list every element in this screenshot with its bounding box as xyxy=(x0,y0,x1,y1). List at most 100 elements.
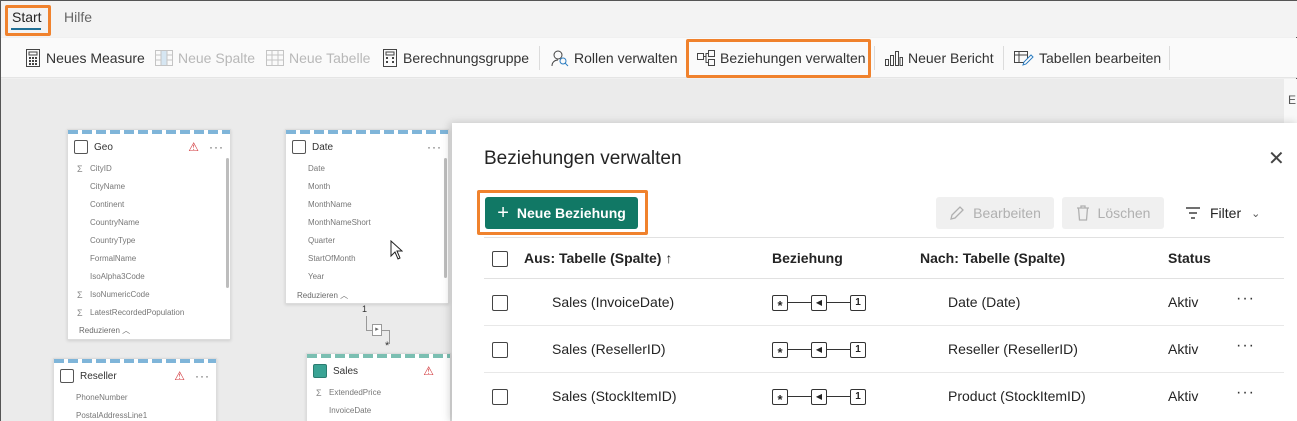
table-card-sales[interactable]: Sales ⚠ Σ ExtendedPrice InvoiceDate xyxy=(306,353,451,421)
more-options-icon[interactable]: ··· xyxy=(195,369,210,383)
field-item[interactable]: Year xyxy=(286,268,448,286)
field-label: MonthNameShort xyxy=(308,218,371,227)
cardinality-many-to-one-icon: * ◀ 1 xyxy=(772,389,870,407)
more-options-icon[interactable]: ··· xyxy=(1236,337,1255,355)
new-table-button[interactable]: Neue Tabelle xyxy=(266,46,370,70)
field-item[interactable]: Σ ExtendedPrice xyxy=(307,384,450,402)
field-item[interactable]: PhoneNumber xyxy=(54,389,216,407)
table-row[interactable]: Sales (StockItemID) * ◀ 1 Product (Stock… xyxy=(484,373,1284,420)
more-options-icon[interactable]: ··· xyxy=(1236,290,1255,308)
ribbon-divider xyxy=(539,46,540,70)
field-item[interactable]: Month xyxy=(286,178,448,196)
new-column-button[interactable]: Neue Spalte xyxy=(155,46,255,70)
table-card-reseller[interactable]: Reseller ⚠ ··· PhoneNumber PostalAddress… xyxy=(53,358,217,421)
new-measure-label: Neues Measure xyxy=(46,50,145,66)
table-icon xyxy=(266,50,284,66)
chevron-down-icon: ⌄ xyxy=(1251,207,1261,220)
field-item[interactable]: PostalAddressLine1 xyxy=(54,407,216,421)
filter-direction-icon: ▸ xyxy=(372,324,382,336)
more-options-icon[interactable]: ··· xyxy=(209,140,224,154)
relationship-line[interactable]: 1 ▸ * xyxy=(358,304,391,354)
field-item[interactable]: Σ LatestRecordedPopulation xyxy=(68,304,230,322)
highlight-new-relationship xyxy=(477,190,648,235)
collapse-link[interactable]: Reduzieren ︿ xyxy=(297,290,348,301)
new-report-label: Neuer Bericht xyxy=(908,50,994,66)
field-list: Date Month MonthName MonthNameShort Quar… xyxy=(286,160,448,286)
delete-button[interactable]: Löschen xyxy=(1062,197,1164,229)
field-item[interactable]: Σ CityID xyxy=(68,160,230,178)
column-header-relationship[interactable]: Beziehung xyxy=(772,250,843,266)
close-icon[interactable]: ✕ xyxy=(1268,149,1285,169)
tab-hilfe[interactable]: Hilfe xyxy=(64,9,92,25)
calculation-group-label: Berechnungsgruppe xyxy=(403,50,530,66)
menu-bar: Start Hilfe xyxy=(1,1,1297,37)
field-list: Σ ExtendedPrice InvoiceDate xyxy=(307,384,450,420)
field-item[interactable]: CountryName xyxy=(68,214,230,232)
row-checkbox[interactable] xyxy=(492,342,508,358)
table-icon xyxy=(74,140,88,154)
card-title: Geo xyxy=(94,141,113,153)
ribbon-divider xyxy=(1003,46,1004,70)
field-label: LatestRecordedPopulation xyxy=(90,308,185,317)
field-item[interactable]: InvoiceDate xyxy=(307,402,450,420)
edit-button[interactable]: Bearbeiten xyxy=(936,197,1054,229)
manage-roles-label: Rollen verwalten xyxy=(574,50,678,66)
edit-label: Bearbeiten xyxy=(973,205,1041,221)
sort-ascending-icon: ↑ xyxy=(665,250,673,266)
field-item[interactable]: MonthNameShort xyxy=(286,214,448,232)
card-header: Date ··· xyxy=(292,138,442,156)
filter-button[interactable]: Filter ⌄ xyxy=(1186,205,1260,221)
column-header-to[interactable]: Nach: Tabelle (Spalte) xyxy=(920,250,1065,266)
card-stripe xyxy=(68,130,230,134)
table-row[interactable]: Sales (ResellerID) * ◀ 1 Reseller (Resel… xyxy=(484,326,1284,373)
field-label: CountryName xyxy=(90,218,140,227)
table-row[interactable]: Sales (InvoiceDate) * ◀ 1 Date (Date) Ak… xyxy=(484,279,1284,326)
column-header-status[interactable]: Status xyxy=(1168,250,1211,266)
field-list: PhoneNumber PostalAddressLine1 xyxy=(54,389,216,421)
row-checkbox[interactable] xyxy=(492,389,508,405)
column-header-from[interactable]: Aus: Tabelle (Spalte) ↑ xyxy=(524,250,672,266)
field-label: Date xyxy=(308,164,325,173)
to-cell: Date (Date) xyxy=(948,294,1021,310)
field-item[interactable]: FormalName xyxy=(68,250,230,268)
field-label: Month xyxy=(308,182,331,191)
field-item[interactable]: Continent xyxy=(68,196,230,214)
sum-icon: Σ xyxy=(77,308,83,318)
card-scrollbar[interactable] xyxy=(226,158,229,288)
calculation-group-button[interactable]: Berechnungsgruppe xyxy=(382,46,529,70)
field-item[interactable]: StartOfMonth xyxy=(286,250,448,268)
field-item[interactable]: Quarter xyxy=(286,232,448,250)
right-pane-edge[interactable]: E xyxy=(1284,79,1297,123)
row-checkbox[interactable] xyxy=(492,295,508,311)
select-all-checkbox[interactable] xyxy=(492,251,508,267)
field-label: CountryType xyxy=(90,236,136,245)
card-stripe xyxy=(54,359,216,363)
status-cell: Aktiv xyxy=(1168,341,1199,357)
new-report-button[interactable]: Neuer Bericht xyxy=(885,46,994,70)
bar-chart-icon xyxy=(885,51,903,66)
collapse-link[interactable]: Reduzieren ︿ xyxy=(79,325,130,336)
more-options-icon[interactable]: ··· xyxy=(427,140,442,154)
field-item[interactable]: IsoAlpha3Code xyxy=(68,268,230,286)
status-cell: Aktiv xyxy=(1168,294,1199,310)
dialog-title: Beziehungen verwalten xyxy=(484,148,682,169)
new-measure-button[interactable]: Neues Measure xyxy=(25,46,145,70)
more-options-icon[interactable]: ··· xyxy=(1236,384,1255,402)
field-item[interactable]: Date xyxy=(286,160,448,178)
card-title: Reseller xyxy=(80,370,117,382)
field-item[interactable]: MonthName xyxy=(286,196,448,214)
table-card-date[interactable]: Date ··· Date Month MonthName MonthNameS… xyxy=(285,129,449,304)
status-cell: Aktiv xyxy=(1168,388,1199,404)
field-item[interactable]: Σ IsoNumericCode xyxy=(68,286,230,304)
field-label: IsoNumericCode xyxy=(90,290,150,299)
field-item[interactable]: CityName xyxy=(68,178,230,196)
manage-roles-button[interactable]: Rollen verwalten xyxy=(551,46,678,70)
field-label: FormalName xyxy=(90,254,137,263)
table-card-geo[interactable]: Geo ⚠ ··· Σ CityID CityName Continent Cou… xyxy=(67,129,231,340)
field-label: StartOfMonth xyxy=(308,254,356,263)
edit-tables-button[interactable]: Tabellen bearbeiten xyxy=(1014,46,1161,70)
field-item[interactable]: CountryType xyxy=(68,232,230,250)
card-scrollbar[interactable] xyxy=(444,158,447,278)
collapse-label: Reduzieren xyxy=(79,326,120,335)
table-icon xyxy=(60,369,74,383)
